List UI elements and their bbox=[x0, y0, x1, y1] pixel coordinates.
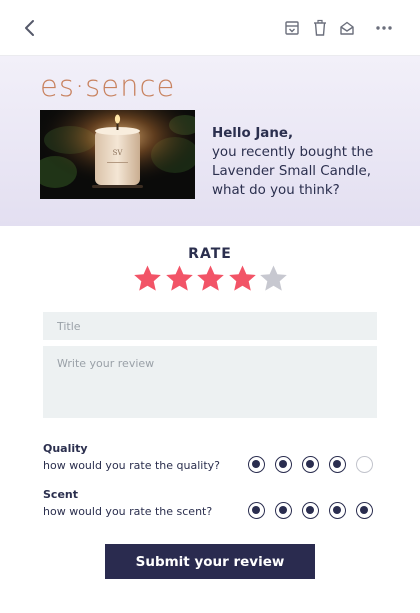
rating-radio[interactable] bbox=[248, 502, 265, 519]
rate-label: RATE bbox=[188, 246, 232, 262]
star-icon[interactable] bbox=[133, 264, 162, 293]
greeting-text: Hello Jane, you recently bought the Lave… bbox=[212, 124, 402, 200]
star-icon[interactable] bbox=[228, 264, 257, 293]
trash-icon[interactable] bbox=[312, 19, 328, 37]
star-icon[interactable] bbox=[196, 264, 225, 293]
rating-radio[interactable] bbox=[275, 456, 292, 473]
scent-question-title: Scent bbox=[43, 488, 78, 501]
greeting-line: Lavender Small Candle, bbox=[212, 164, 372, 179]
star-icon[interactable] bbox=[165, 264, 194, 293]
svg-text:SV: SV bbox=[113, 149, 124, 157]
rating-radio[interactable] bbox=[302, 456, 319, 473]
rating-radio[interactable] bbox=[329, 502, 346, 519]
greeting-line: you recently bought the bbox=[212, 145, 374, 160]
star-rating bbox=[133, 264, 293, 294]
email-hero: es·sence SV Hello Jane, you recently bou… bbox=[0, 56, 420, 226]
scent-question-prompt: how would you rate the scent? bbox=[43, 505, 213, 518]
submit-review-button[interactable]: Submit your review bbox=[105, 544, 315, 579]
rating-radio[interactable] bbox=[356, 502, 373, 519]
brand-logo: es·sence bbox=[40, 69, 176, 103]
greeting-line: what do you think? bbox=[212, 183, 340, 198]
scent-radio-group bbox=[248, 502, 378, 520]
quality-question-prompt: how would you rate the quality? bbox=[43, 459, 220, 472]
rating-radio[interactable] bbox=[248, 456, 265, 473]
candle-photo: SV bbox=[40, 110, 195, 199]
rating-radio[interactable] bbox=[356, 456, 373, 473]
review-title-input[interactable] bbox=[43, 312, 377, 340]
archive-icon[interactable] bbox=[284, 19, 300, 37]
quality-question-title: Quality bbox=[43, 442, 88, 455]
chevron-left-icon[interactable] bbox=[20, 18, 40, 38]
more-icon[interactable] bbox=[375, 19, 393, 37]
quality-radio-group bbox=[248, 456, 378, 474]
rating-radio[interactable] bbox=[275, 502, 292, 519]
email-toolbar bbox=[0, 0, 420, 56]
mail-open-icon[interactable] bbox=[339, 19, 355, 37]
review-body-textarea[interactable] bbox=[43, 346, 377, 418]
rating-radio[interactable] bbox=[329, 456, 346, 473]
star-icon[interactable] bbox=[259, 264, 288, 293]
greeting-hello: Hello Jane, bbox=[212, 126, 294, 141]
rating-radio[interactable] bbox=[302, 502, 319, 519]
